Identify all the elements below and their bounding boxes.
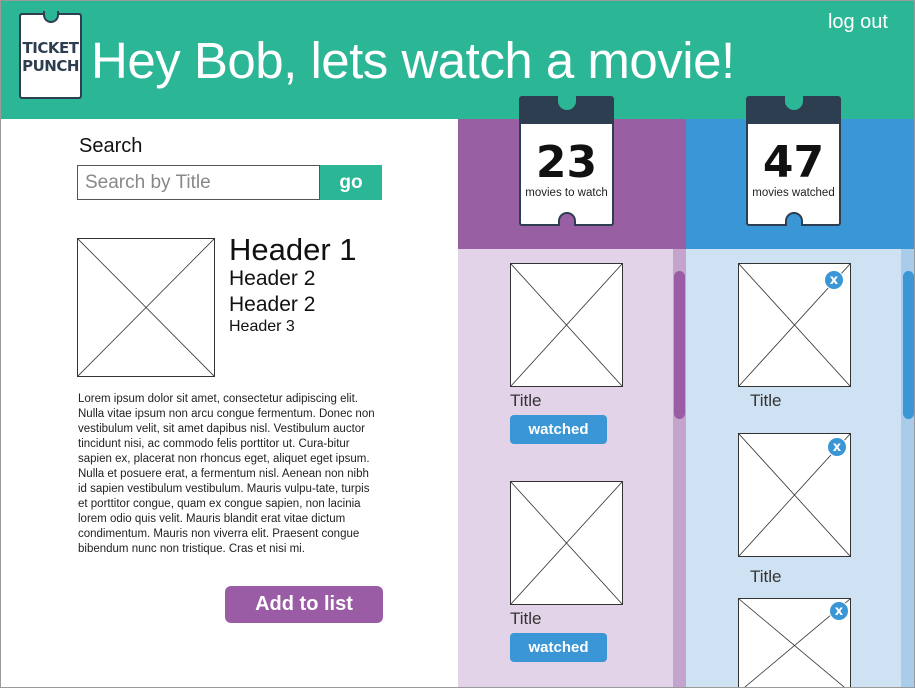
mark-watched-button[interactable]: watched <box>510 415 607 444</box>
detail-header-2a: Header 2 <box>229 267 316 290</box>
search-input[interactable] <box>77 165 320 200</box>
detail-header-1: Header 1 <box>229 232 357 267</box>
movie-poster-placeholder[interactable] <box>510 481 623 605</box>
add-to-list-button[interactable]: Add to list <box>225 586 383 623</box>
to-watch-ticket: 23 movies to watch <box>519 96 614 226</box>
detail-header-3: Header 3 <box>229 318 295 335</box>
watched-item-title: Title <box>750 391 782 410</box>
watched-ticket: 47 movies watched <box>746 96 841 226</box>
page-title: Hey Bob, lets watch a movie! <box>91 32 735 89</box>
remove-icon[interactable]: x <box>827 437 847 457</box>
ticket-punch-logo: TICKET PUNCH <box>19 11 82 99</box>
remove-icon[interactable]: x <box>829 601 849 621</box>
search-label: Search <box>79 135 143 157</box>
go-button[interactable]: go <box>320 165 382 200</box>
detail-header-2b: Header 2 <box>229 293 316 316</box>
remove-icon[interactable]: x <box>824 270 844 290</box>
to-watch-item-title: Title <box>510 391 542 410</box>
to-watch-count: 23 <box>535 137 598 188</box>
to-watch-item-title: Title <box>510 609 542 628</box>
to-watch-label: movies to watch <box>525 187 608 199</box>
logout-link[interactable]: log out <box>828 11 888 34</box>
detail-description: Lorem ipsum dolor sit amet, consectetur … <box>78 393 375 555</box>
movie-poster-placeholder <box>77 238 215 377</box>
logo-text: TICKET PUNCH <box>21 39 80 75</box>
watched-item-title: Title <box>750 567 782 586</box>
watched-label: movies watched <box>752 187 835 199</box>
logo-line-1: TICKET <box>22 39 79 57</box>
ticket-notch <box>785 212 803 226</box>
movie-poster-placeholder[interactable] <box>510 263 623 387</box>
watched-count: 47 <box>762 137 825 188</box>
to-watch-scrollbar-thumb[interactable] <box>674 271 685 419</box>
mark-watched-button[interactable]: watched <box>510 633 607 662</box>
logo-notch <box>43 11 59 23</box>
logo-line-2: PUNCH <box>22 57 79 75</box>
app-window: TICKET PUNCH Hey Bob, lets watch a movie… <box>0 0 915 688</box>
ticket-notch <box>558 212 576 226</box>
watched-scrollbar-thumb[interactable] <box>903 271 914 419</box>
